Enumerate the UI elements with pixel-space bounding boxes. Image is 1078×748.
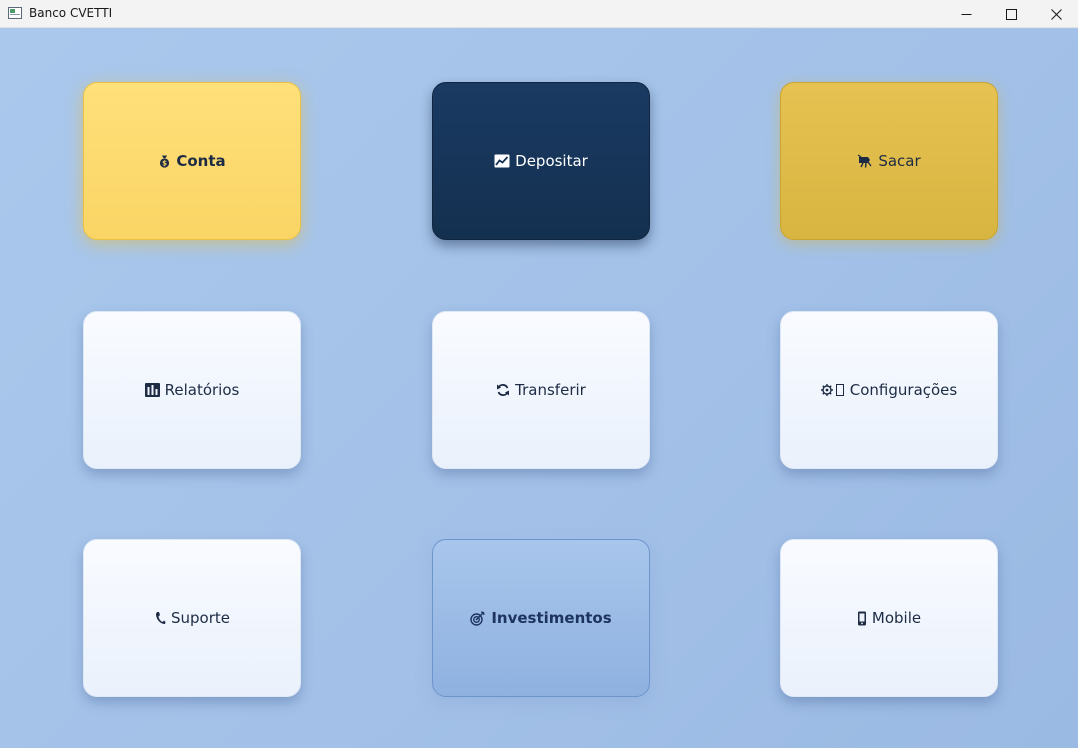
conta-button[interactable]: $ Conta (83, 82, 301, 240)
configuracoes-label: Configurações (849, 381, 958, 399)
mobile-phone-icon (857, 611, 867, 626)
sacar-button[interactable]: Sacar (780, 82, 998, 240)
suporte-label: Suporte (170, 609, 230, 627)
target-icon (470, 610, 486, 626)
relatorios-label: Relatórios (164, 381, 240, 399)
close-button[interactable] (1033, 0, 1078, 28)
suporte-button[interactable]: Suporte (83, 539, 301, 697)
mobile-label: Mobile (871, 609, 922, 627)
close-icon (1050, 8, 1062, 20)
money-with-wings-icon (857, 154, 873, 169)
mobile-button[interactable]: Mobile (780, 539, 998, 697)
window-title: Banco CVETTI (29, 6, 113, 20)
chart-increasing-icon (494, 154, 510, 168)
minimize-icon (961, 13, 971, 15)
money-bag-icon: $ (158, 154, 171, 168)
transferir-button[interactable]: Transferir (432, 311, 650, 469)
transferir-label: Transferir (515, 381, 586, 399)
app-window: Banco CVETTI $ Conta Depositar Sacar Rel… (0, 0, 1078, 748)
maximize-icon (1005, 8, 1017, 20)
depositar-button[interactable]: Depositar (432, 82, 650, 240)
bar-chart-icon (144, 383, 160, 397)
investimentos-button[interactable]: Investimentos (432, 539, 650, 697)
configuracoes-button[interactable]: Configurações (780, 311, 998, 469)
relatorios-button[interactable]: Relatórios (83, 311, 301, 469)
minimize-button[interactable] (943, 0, 989, 28)
app-icon (8, 7, 22, 19)
conta-label: Conta (176, 152, 226, 170)
gear-icon (820, 383, 845, 397)
refresh-arrows-icon (496, 383, 510, 397)
phone-icon (154, 611, 166, 625)
investimentos-label: Investimentos (491, 609, 612, 627)
dashboard-grid: $ Conta Depositar Sacar Relatórios Trans… (0, 29, 1078, 748)
sacar-label: Sacar (878, 152, 921, 170)
svg-text:$: $ (162, 160, 167, 168)
title-bar: Banco CVETTI (0, 0, 1078, 28)
depositar-label: Depositar (515, 152, 588, 170)
maximize-button[interactable] (988, 0, 1034, 28)
